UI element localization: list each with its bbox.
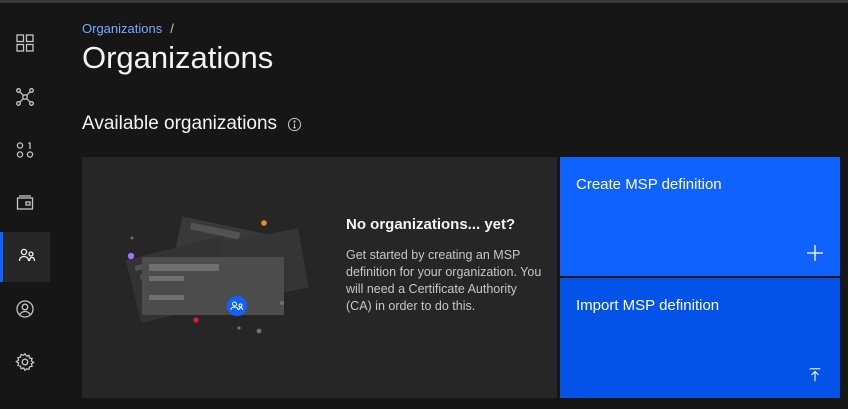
page-title: Organizations — [82, 40, 274, 75]
sidebar-item-settings[interactable] — [0, 339, 50, 389]
info-icon[interactable] — [287, 117, 302, 132]
create-msp-label: Create MSP definition — [576, 176, 722, 193]
sidebar-item-smart-contracts[interactable] — [0, 127, 50, 177]
empty-state-illustration — [114, 207, 314, 357]
empty-state-text: No organizations... yet? Get started by … — [346, 216, 546, 315]
sidebar-item-nodes[interactable] — [0, 20, 50, 70]
import-msp-label: Import MSP definition — [576, 297, 720, 314]
empty-state-body: Get started by creating an MSP definitio… — [346, 248, 542, 313]
wallet-icon — [15, 193, 35, 218]
user-avatar-icon — [15, 299, 35, 324]
organizations-icon — [17, 245, 37, 270]
sidebar-item-wallet[interactable] — [0, 180, 50, 230]
breadcrumb-separator: / — [170, 21, 174, 36]
sidebar-item-organizations[interactable] — [0, 232, 50, 282]
top-border — [0, 0, 848, 3]
breadcrumb-link-organizations[interactable]: Organizations — [82, 21, 162, 36]
empty-state-heading: No organizations... yet? — [346, 216, 516, 233]
add-icon — [806, 244, 824, 262]
empty-state-panel: No organizations... yet? Get started by … — [82, 157, 557, 398]
create-msp-tile[interactable]: Create MSP definition — [560, 157, 840, 276]
import-msp-tile[interactable]: Import MSP definition — [560, 278, 840, 398]
network-icon — [15, 87, 35, 112]
sidebar-item-channels[interactable] — [0, 74, 50, 124]
section-title-text: Available organizations — [82, 113, 278, 134]
sidebar-item-users[interactable] — [0, 286, 50, 336]
section-title: Available organizations — [82, 113, 302, 135]
dashboard-icon — [15, 33, 35, 58]
binary-icon — [15, 140, 35, 165]
breadcrumb: Organizations / — [82, 21, 174, 36]
sidebar — [0, 3, 50, 409]
settings-icon — [15, 352, 35, 377]
upload-icon — [806, 366, 824, 384]
